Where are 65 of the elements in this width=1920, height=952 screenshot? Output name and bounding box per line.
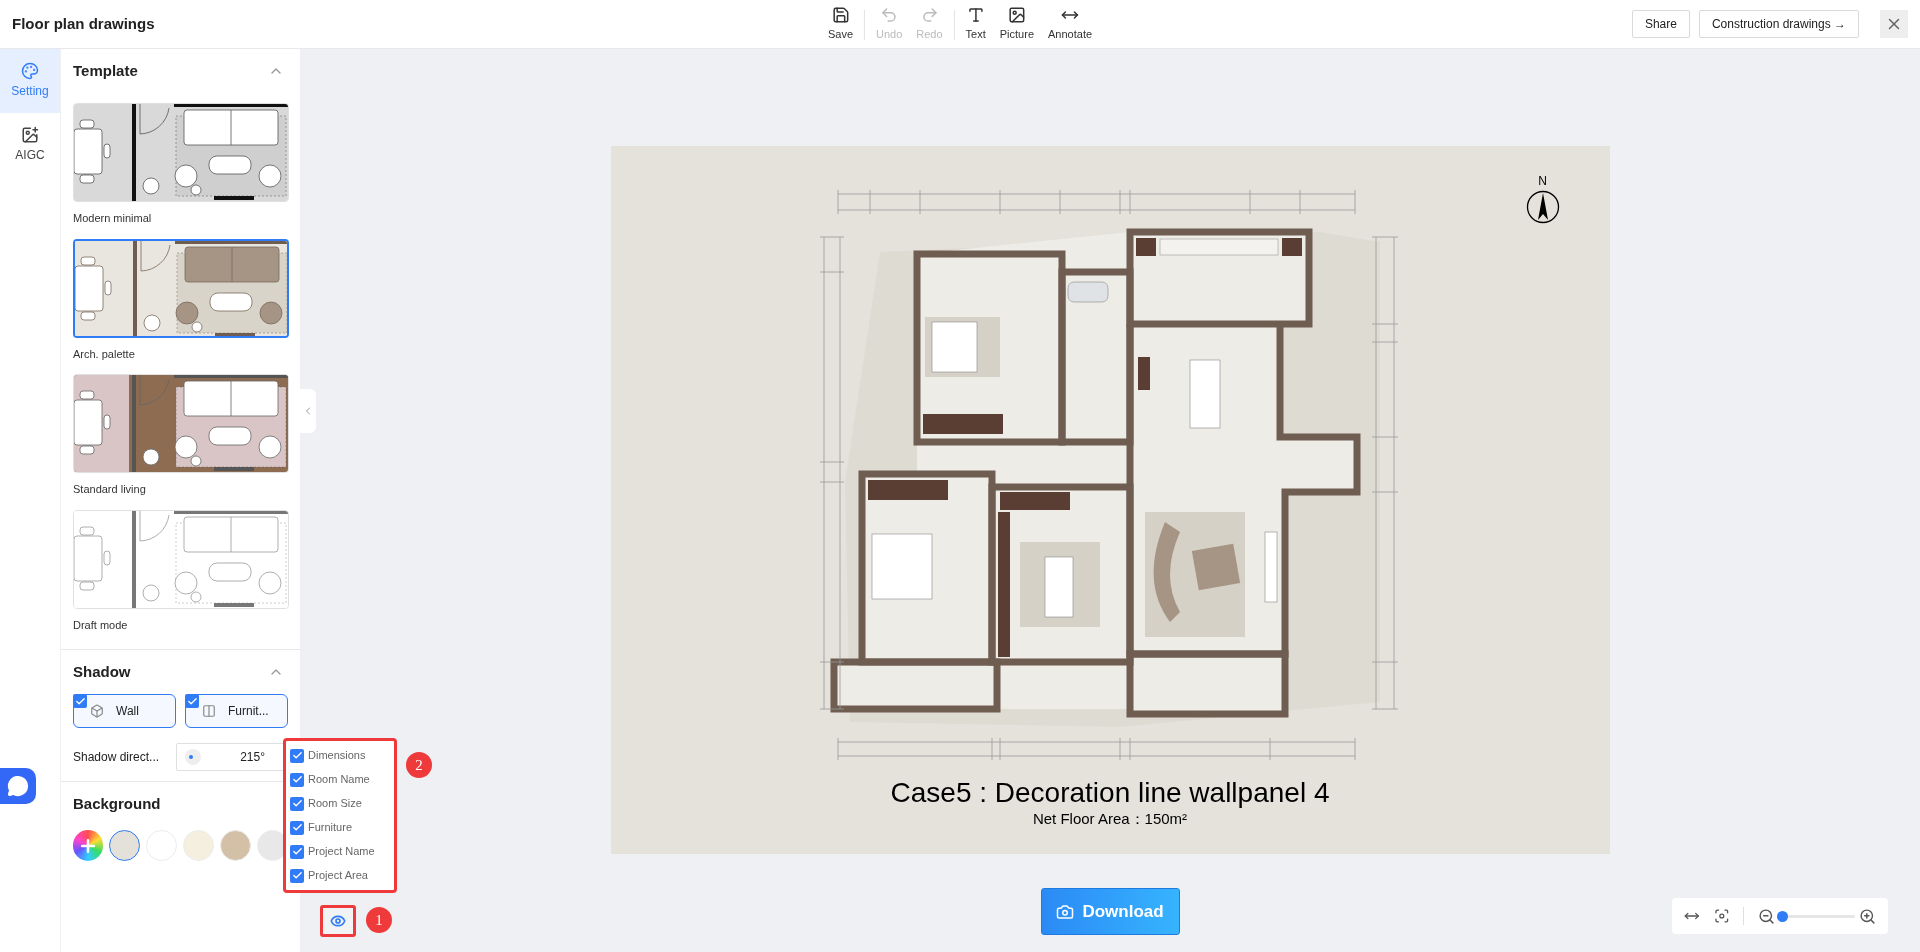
layer-toggle[interactable]: Dimensions: [290, 745, 394, 766]
toolbar-button[interactable]: Save: [820, 6, 860, 43]
layer-toggle[interactable]: Project Name: [290, 841, 394, 862]
close-button[interactable]: [1880, 10, 1908, 38]
collapse-panel-handle[interactable]: [300, 389, 316, 433]
toolbar-button[interactable]: Picture: [992, 6, 1042, 43]
checkbox[interactable]: [290, 796, 304, 811]
template-label: Arch. palette: [73, 346, 136, 362]
page-title: Floor plan drawings: [12, 13, 155, 34]
layer-toggle[interactable]: Room Size: [290, 793, 394, 814]
custom-color-button[interactable]: [73, 830, 103, 861]
checkbox[interactable]: [290, 748, 304, 763]
checkbox[interactable]: [290, 772, 304, 787]
camera-icon: [1056, 902, 1075, 921]
checkbox[interactable]: [290, 868, 304, 883]
layer-toggle[interactable]: Project Area: [290, 865, 394, 886]
chat-icon: [7, 775, 29, 797]
redo-icon: [920, 6, 939, 25]
checkbox[interactable]: [290, 844, 304, 859]
checkbox[interactable]: [73, 694, 87, 708]
project-name: Case5 : Decoration line wallpanel 4: [890, 776, 1330, 810]
save-icon: [831, 6, 850, 25]
share-button[interactable]: Share: [1631, 10, 1690, 38]
undo-icon: [880, 6, 899, 25]
shadow-option[interactable]: Furnit...: [185, 694, 288, 728]
toolbar-button[interactable]: Annotate: [1041, 6, 1100, 43]
option-label: Furnit...: [228, 703, 269, 720]
cabinet-icon: [202, 704, 216, 718]
zoom-in-icon[interactable]: [1859, 907, 1876, 925]
field-label: Shadow direct...: [73, 749, 161, 766]
text-icon: [966, 6, 985, 25]
chat-button[interactable]: [0, 768, 36, 804]
zoom-slider-thumb[interactable]: [1777, 910, 1788, 922]
picture-icon: [1007, 6, 1026, 25]
section-title: Template: [73, 60, 138, 81]
rail-tab[interactable]: AIGC: [0, 113, 60, 177]
palette-icon: [21, 62, 39, 80]
section-title: Shadow: [73, 661, 131, 682]
step-marker: 1: [366, 907, 392, 933]
layer-toggle[interactable]: Room Name: [290, 769, 394, 790]
checkbox[interactable]: [185, 694, 199, 708]
focus-icon[interactable]: [1713, 907, 1730, 925]
compass-icon: [1525, 190, 1560, 224]
toolbar-button[interactable]: Text: [958, 6, 993, 43]
eye-icon: [330, 913, 346, 929]
cube-icon: [90, 704, 104, 718]
direction-dial-icon[interactable]: [185, 749, 202, 765]
template-label: Modern minimal: [73, 211, 153, 226]
section-title: Background: [73, 793, 161, 814]
checkbox[interactable]: [290, 820, 304, 835]
construction-drawings-button[interactable]: Construction drawings →: [1698, 10, 1859, 38]
layer-toggle[interactable]: Furniture: [290, 817, 394, 838]
zoom-out-icon[interactable]: [1758, 907, 1775, 925]
compass-letter: N: [1538, 173, 1547, 190]
color-swatch[interactable]: [109, 830, 140, 861]
rail-tab[interactable]: Setting: [0, 49, 60, 113]
template-label: Draft mode: [73, 617, 129, 633]
project-area: Net Floor Area：150m²: [1032, 810, 1188, 828]
template-thumbnail[interactable]: [73, 238, 289, 338]
visibility-button[interactable]: [320, 905, 356, 937]
option-label: Wall: [116, 703, 139, 720]
shadow-option[interactable]: Wall: [73, 694, 176, 728]
step-marker: 2: [406, 752, 432, 778]
template-label: Standard living: [73, 482, 147, 497]
image-icon: [21, 126, 39, 144]
